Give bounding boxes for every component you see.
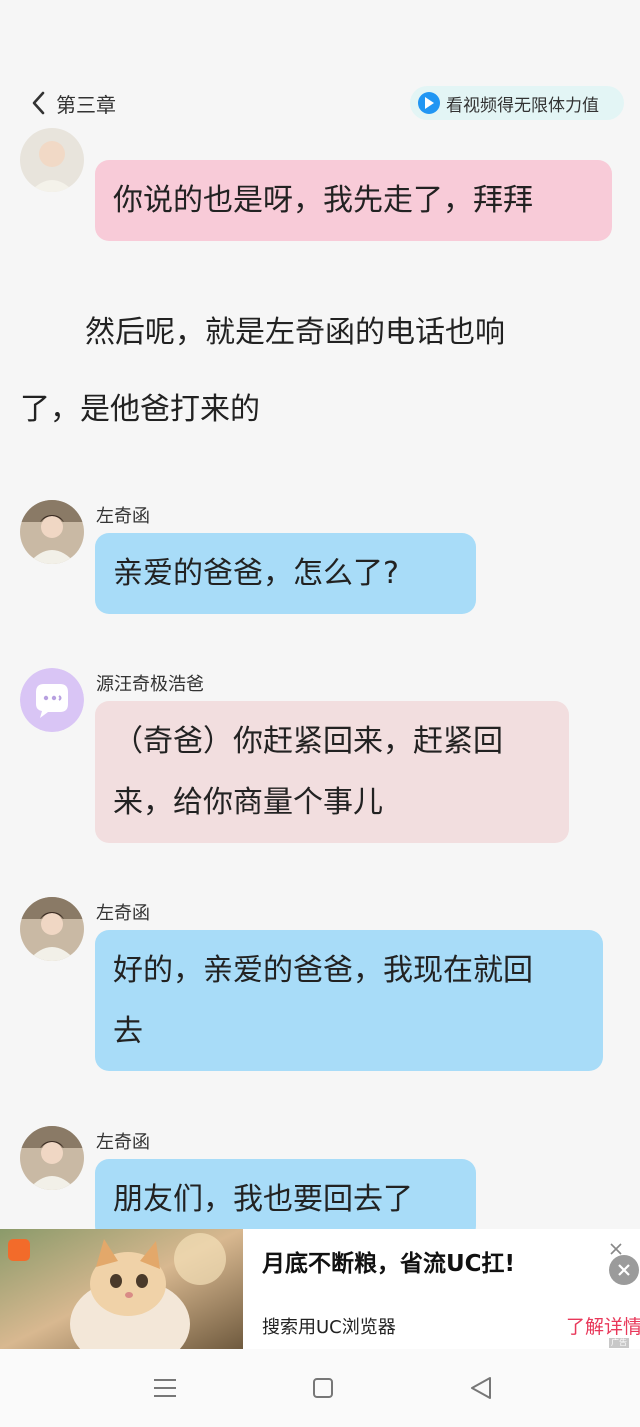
uc-logo-icon <box>8 1239 30 1261</box>
message-line: 来，给你商量个事儿 <box>113 785 383 820</box>
triangle-back-icon <box>471 1377 491 1399</box>
close-icon[interactable] <box>609 1242 623 1256</box>
message-text: 朋友们，我也要回去了 <box>113 1182 413 1217</box>
ad-banner[interactable]: 月底不断粮，省流UC扛! 搜索用UC浏览器 了解详情 广告 <box>0 1229 640 1349</box>
chat-bubble: 朋友们，我也要回去了 <box>95 1159 476 1240</box>
chapter-title: 第三章 <box>56 92 116 117</box>
watch-video-label: 看视频得无限体力值 <box>446 95 599 116</box>
chat-bubble: 好的，亲爱的爸爸，我现在就回 去 <box>95 930 603 1071</box>
avatar[interactable] <box>20 500 84 564</box>
nav-home-button[interactable] <box>308 1373 338 1403</box>
ad-subtitle: 搜索用UC浏览器 <box>262 1317 396 1338</box>
sender-name: 左奇函 <box>96 506 150 527</box>
watch-video-button[interactable]: 看视频得无限体力值 <box>410 86 624 120</box>
message-line: （奇爸）你赶紧回来，赶紧回 <box>113 724 503 759</box>
back-button[interactable]: 第三章 <box>30 88 116 118</box>
chat-bubble: 亲爱的爸爸，怎么了? <box>95 533 476 614</box>
sender-name: 左奇函 <box>96 903 150 924</box>
message-text: 你说的也是呀，我先走了，拜拜 <box>113 183 533 218</box>
avatar[interactable] <box>20 128 84 192</box>
message-line: 好的，亲爱的爸爸，我现在就回 <box>113 953 533 988</box>
sender-name: 源汪奇极浩爸 <box>96 674 204 695</box>
avatar[interactable] <box>20 668 84 732</box>
narration-line: 了，是他爸打来的 <box>20 392 260 427</box>
close-icon <box>618 1264 630 1276</box>
avatar[interactable] <box>20 1126 84 1190</box>
avatar[interactable] <box>20 897 84 961</box>
chevron-left-icon <box>32 91 45 115</box>
chat-bubble: 你说的也是呀，我先走了，拜拜 <box>95 160 612 241</box>
narration-text: 然后呢，就是左奇函的电话也响 了，是他爸打来的 <box>20 308 580 435</box>
sender-name: 左奇函 <box>96 1132 150 1153</box>
message-line: 去 <box>113 1014 143 1049</box>
ad-title: 月底不断粮，省流UC扛! <box>262 1251 516 1277</box>
ad-image[interactable] <box>0 1229 243 1349</box>
chat-bubble: （奇爸）你赶紧回来，赶紧回 来，给你商量个事儿 <box>95 701 569 843</box>
system-nav-bar <box>0 1349 640 1427</box>
nav-back-button[interactable] <box>466 1373 496 1403</box>
square-home-icon <box>313 1378 333 1398</box>
menu-icon <box>154 1379 176 1397</box>
ad-close-button[interactable] <box>609 1255 639 1285</box>
ad-learn-more-button[interactable]: 了解详情 <box>566 1312 640 1339</box>
message-text: 亲爱的爸爸，怎么了? <box>113 556 399 591</box>
ad-tag: 广告 <box>609 1338 629 1348</box>
play-icon <box>418 92 440 114</box>
narration-line: 然后呢，就是左奇函的电话也响 <box>85 315 505 350</box>
nav-menu-button[interactable] <box>150 1373 180 1403</box>
